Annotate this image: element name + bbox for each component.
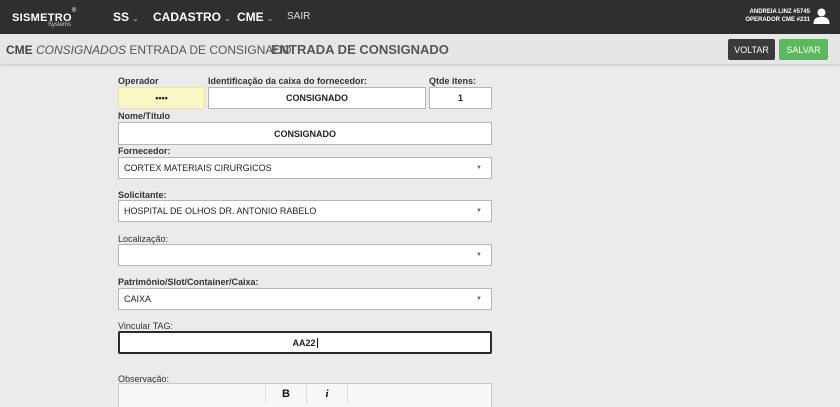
top-navbar: SISMETRO® Systems SS ⌄ CADASTRO ⌄ CME ⌄ SAI… [0, 0, 840, 34]
breadcrumb-page: ENTRADA DE CONSIGNADO [129, 43, 292, 57]
localizacao-select[interactable]: ▼ [118, 244, 492, 266]
qtde-itens-input[interactable]: 1 [429, 87, 492, 109]
fornecedor-select[interactable]: CORTEX MATERIAIS CIRURGICOS ▼ [118, 157, 492, 179]
nav-menu-cadastro[interactable]: CADASTRO ⌄ [153, 10, 231, 24]
patrimonio-value: CAIXA [124, 294, 152, 304]
solicitante-label: Solicitante: [118, 190, 167, 200]
patrimonio-label: Patrimônio/Slot/Container/Caixa: [118, 277, 259, 287]
user-info[interactable]: ANDREIA LINZ #5745 OPERADOR CME #231 [745, 8, 810, 24]
dropdown-arrow-icon: ▼ [476, 252, 482, 258]
nome-titulo-input[interactable]: CONSIGNADO [118, 122, 492, 145]
user-role: OPERADOR CME #231 [745, 17, 810, 23]
nav-menu-cme[interactable]: CME ⌄ [237, 10, 273, 24]
nome-titulo-label: Nome/Título [118, 111, 170, 121]
nav-menu-ss-label: SS [113, 10, 130, 24]
sismetro-logo[interactable]: SISMETRO® Systems [12, 8, 77, 28]
breadcrumb-module[interactable]: CME [6, 43, 33, 57]
user-name: ANDREIA LINZ #5745 [749, 9, 810, 15]
breadcrumb-section[interactable]: CONSIGNADOS [36, 43, 126, 57]
fornecedor-value: CORTEX MATERIAIS CIRURGICOS [124, 163, 272, 173]
page-header: CME CONSIGNADOS ENTRADA DE CONSIGNADO EN… [0, 34, 840, 65]
italic-button[interactable]: i [307, 384, 348, 404]
bold-button[interactable]: B [265, 384, 307, 404]
ident-caixa-label: Identificação da caixa do fornecedor: [208, 76, 368, 86]
operador-label: Operador [118, 76, 159, 86]
logo-subtitle: Systems [48, 22, 72, 28]
operador-field[interactable]: •••• [118, 87, 205, 109]
chevron-down-icon: ⌄ [224, 14, 231, 23]
patrimonio-select[interactable]: CAIXA ▼ [118, 288, 492, 310]
solicitante-value: HOSPITAL DE OLHOS DR. ANTONIO RABELO [124, 206, 317, 216]
vincular-tag-input[interactable]: AA22 [118, 331, 492, 354]
dropdown-arrow-icon: ▼ [476, 208, 482, 214]
page-title: ENTRADA DE CONSIGNADO [271, 42, 449, 57]
nav-menu-ss[interactable]: SS ⌄ [113, 10, 139, 24]
chevron-down-icon: ⌄ [266, 14, 274, 23]
vincular-tag-label: Vincular TAG: [118, 321, 174, 331]
salvar-button[interactable]: SALVAR [779, 39, 828, 60]
chevron-down-icon: ⌄ [132, 14, 139, 23]
dropdown-arrow-icon: ▼ [476, 165, 482, 171]
nav-menu-cme-label: CME [237, 10, 264, 24]
user-icon[interactable] [813, 8, 830, 24]
nav-menu-cadastro-label: CADASTRO [153, 10, 221, 24]
nav-sair-link[interactable]: SAIR [287, 11, 310, 22]
qtde-itens-label: Qtde itens: [429, 76, 477, 86]
breadcrumb: CME CONSIGNADOS ENTRADA DE CONSIGNADO [6, 43, 291, 57]
fornecedor-label: Fornecedor: [118, 146, 171, 156]
dropdown-arrow-icon: ▼ [476, 296, 482, 302]
localizacao-label: Localização: [118, 234, 169, 244]
vincular-tag-value: AA22 [292, 337, 316, 348]
text-cursor [316, 337, 318, 348]
voltar-button[interactable]: VOLTAR [728, 39, 775, 60]
logo-registered-mark: ® [71, 8, 77, 14]
observacao-editor-toolbar: B i [118, 383, 492, 407]
ident-caixa-input[interactable]: CONSIGNADO [208, 87, 426, 109]
solicitante-select[interactable]: HOSPITAL DE OLHOS DR. ANTONIO RABELO ▼ [118, 200, 492, 222]
